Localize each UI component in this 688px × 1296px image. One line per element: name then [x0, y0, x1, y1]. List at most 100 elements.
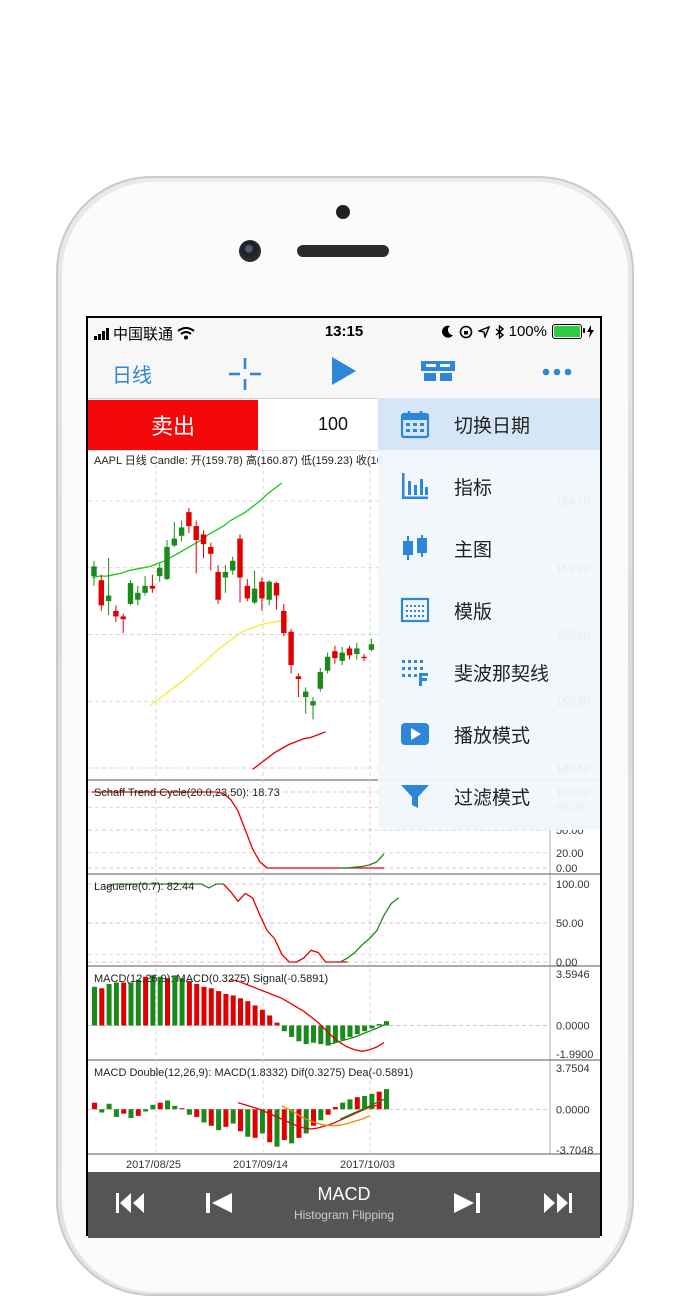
macd-double-title: MACD Double(12,26,9): MACD(1.8332) Dif(0…: [94, 1067, 413, 1079]
macd-double-bar: [303, 1109, 309, 1134]
macd-bar: [274, 1022, 280, 1026]
macd-double-bar: [106, 1103, 112, 1110]
proximity-sensor: [336, 205, 350, 219]
macd-double-bar: [165, 1100, 170, 1110]
status-bar: 中国联通 13:15 100%: [88, 318, 600, 346]
macd-bar: [165, 978, 170, 1026]
menu-item-label: 斐波那契线: [454, 663, 550, 685]
macd-bar: [194, 983, 200, 1026]
macd-double-bar: [354, 1097, 360, 1110]
top-toolbar: 日线: [88, 346, 600, 399]
macd-tick-label: 0.0000: [556, 1020, 590, 1032]
sell-button[interactable]: 卖出: [88, 400, 258, 450]
template-icon: [400, 597, 430, 623]
fibonacci-icon: [402, 660, 428, 686]
macd-double-bar: [128, 1109, 134, 1119]
date-tick-label: 2017/08/25: [126, 1159, 181, 1171]
candle: [324, 656, 331, 671]
macd-double-bar: [347, 1099, 353, 1110]
candle: [361, 656, 367, 659]
macd-double-bar: [99, 1109, 105, 1113]
macd-bar: [259, 1009, 265, 1026]
crosshair-icon[interactable]: [226, 355, 264, 393]
macd-double-bar: [113, 1109, 119, 1117]
menu-item-template[interactable]: 模版: [378, 584, 600, 636]
menu-item-playback-mode[interactable]: 播放模式: [378, 708, 600, 760]
schaff-tick-label: 20.00: [556, 848, 584, 860]
schaff-green-line: [340, 853, 385, 869]
candle: [368, 644, 375, 650]
front-camera: [239, 240, 261, 262]
indicator-title: MACD: [317, 1184, 371, 1204]
candle: [266, 581, 272, 600]
macd-bar: [223, 993, 229, 1026]
macd-double-bar: [340, 1102, 346, 1110]
macd-double-bar: [121, 1109, 127, 1114]
layout-icon[interactable]: [420, 360, 456, 382]
macd-double-bar: [223, 1109, 229, 1127]
macd-bar: [179, 978, 185, 1026]
macd-double-bar: [92, 1102, 97, 1110]
macd-double-bar: [252, 1109, 258, 1138]
menu-item-filter-mode[interactable]: 过滤模式: [378, 770, 600, 822]
macd-double-bar: [201, 1109, 207, 1123]
menu-item-label: 模版: [454, 601, 493, 623]
candlestick-icon: [403, 535, 427, 560]
candle: [222, 571, 229, 578]
macd-double-bar: [230, 1109, 236, 1124]
macd-bar: [311, 1025, 316, 1043]
indicator-subtitle: Histogram Flipping: [293, 1208, 395, 1222]
play-icon[interactable]: [330, 356, 358, 386]
macd-bar: [318, 1025, 324, 1045]
ma-red-line: [252, 731, 326, 770]
candle: [346, 648, 353, 656]
macd-title: MACD(12,26,9): MACD(0.3275) Signal(-0.58…: [94, 973, 328, 985]
moon-icon: [441, 325, 453, 338]
candle: [208, 546, 214, 554]
more-icon[interactable]: [542, 368, 572, 376]
macd-double-bar: [172, 1105, 178, 1110]
app-screen: 中国联通 13:15 100% 日线 卖出 100 ▼ 164.70159.90…: [88, 318, 600, 1238]
macd-bar: [216, 991, 222, 1026]
earpiece-speaker: [297, 245, 389, 257]
skip-to-end-icon[interactable]: [542, 1192, 572, 1214]
macd-double-bar: [289, 1109, 295, 1144]
main-chart-title: AAPL 日线 Candle: 开(159.78) 高(160.87) 低(15…: [94, 453, 383, 467]
macd-bar: [325, 1025, 331, 1046]
step-forward-icon[interactable]: [452, 1192, 480, 1214]
menu-item-label: 切换日期: [454, 415, 531, 437]
quantity-field[interactable]: 100: [318, 414, 348, 435]
date-tick-label: 2017/10/03: [340, 1159, 395, 1171]
macd-double-bar: [384, 1089, 389, 1110]
macd-double-bar: [194, 1109, 200, 1117]
schaff-title: Schaff Trend Cycle(20.0,23,50): 18.73: [94, 787, 280, 799]
candle: [178, 527, 185, 536]
candle: [332, 651, 338, 659]
laguerre-title: Laguerre(0.7): 82.44: [94, 881, 194, 893]
menu-item-indicators[interactable]: 指标: [378, 460, 600, 512]
macd-bar: [296, 1025, 302, 1042]
menu-item-label: 主图: [454, 539, 493, 561]
macd-double-bar: [143, 1109, 149, 1112]
macd-double-bar: [281, 1109, 287, 1141]
menu-item-fibonacci[interactable]: 斐波那契线: [378, 646, 600, 698]
macd-double-bar: [274, 1109, 280, 1147]
macd-bar: [384, 1021, 389, 1026]
calendar-icon: [400, 411, 430, 439]
menu-item-main-chart[interactable]: 主图: [378, 522, 600, 574]
candle: [317, 672, 323, 689]
candle: [310, 701, 316, 706]
candle: [120, 616, 126, 620]
menu-item-switch-date[interactable]: 切换日期: [378, 398, 600, 450]
laguerre-tick-label: 0.00: [556, 957, 577, 969]
candle: [149, 585, 156, 589]
candle: [200, 534, 207, 545]
macd-bar: [106, 983, 112, 1026]
laguerre-green-line: [339, 897, 400, 963]
macd-bar: [238, 998, 243, 1026]
macd-bar: [281, 1025, 287, 1032]
menu-item-label: 过滤模式: [454, 787, 531, 809]
macd-bar: [340, 1025, 346, 1040]
period-button[interactable]: 日线: [112, 359, 152, 388]
macd-bar: [289, 1025, 295, 1037]
